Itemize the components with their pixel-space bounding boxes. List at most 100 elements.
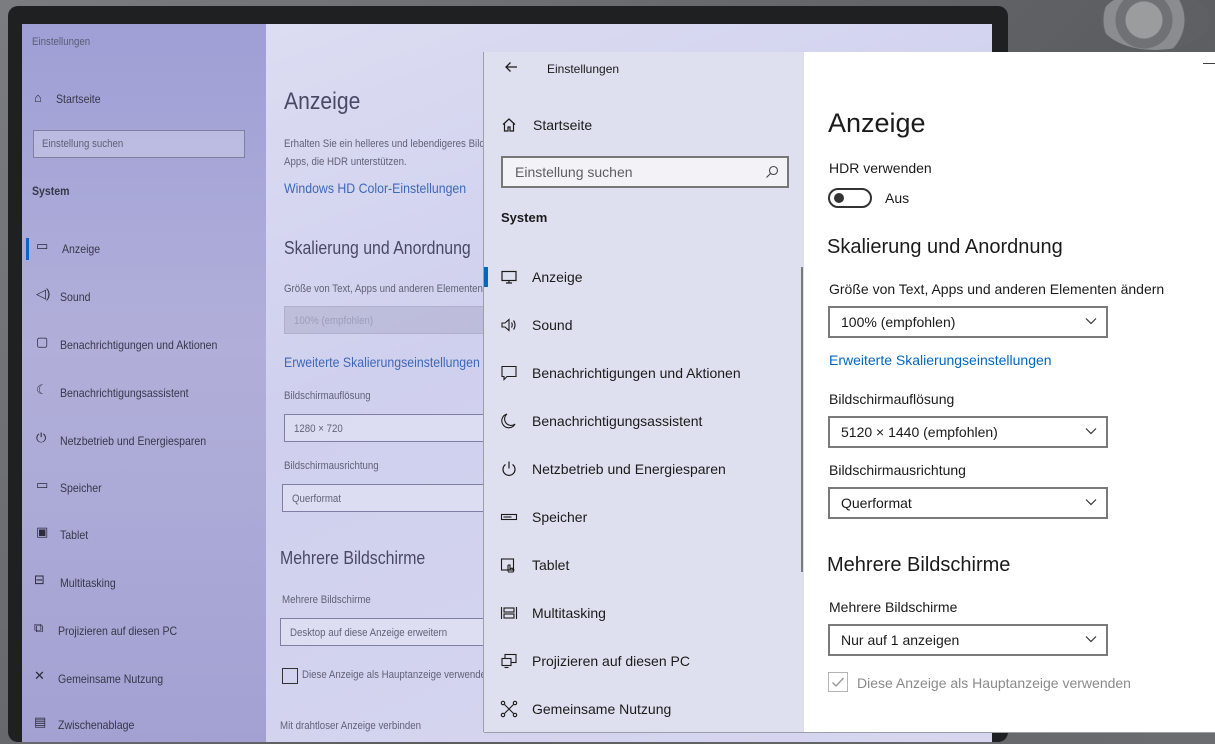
nav-item-sound[interactable]: Sound (484, 305, 802, 345)
nav-label: Anzeige (532, 269, 583, 285)
bg-advanced-link: Erweiterte Skalierungseinstellungen (284, 354, 480, 370)
bg-multi-label: Mehrere Bildschirme (282, 594, 371, 606)
home-label: Startseite (533, 117, 593, 133)
bg-selected-indicator (26, 238, 29, 260)
bg-nav-clipboard: Zwischenablage (58, 718, 135, 732)
advanced-scaling-link[interactable]: Erweiterte Skalierungseinstellungen (829, 352, 1052, 368)
nav-item-focus-assist[interactable]: Benachrichtigungsassistent (484, 401, 802, 441)
bg-sidebar: Einstellungen ⌂ Startseite Einstellung s… (22, 24, 266, 742)
bg-intro-1: Erhalten Sie ein helleres und lebendiger… (284, 138, 485, 150)
search-icon (766, 165, 779, 178)
multiple-displays-dropdown[interactable]: Nur auf 1 anzeigen (828, 624, 1108, 656)
bg-primary-label: Diese Anzeige als Hauptanzeige verwende (302, 669, 487, 681)
multiple-displays-value: Nur auf 1 anzeigen (841, 632, 960, 648)
bg-nav-tablet: Tablet (60, 528, 89, 542)
power-icon (502, 461, 516, 476)
tablet-icon (500, 558, 515, 573)
nav-label: Gemeinsame Nutzung (532, 701, 672, 717)
scaling-label: Größe von Text, Apps und anderen Element… (829, 281, 1165, 297)
storage-icon (500, 513, 518, 521)
nav-item-anzeige[interactable]: Anzeige (484, 257, 802, 297)
hdr-toggle-switch[interactable] (828, 188, 872, 208)
window-title: Einstellungen (547, 62, 620, 76)
back-arrow-icon[interactable] (500, 59, 522, 81)
nav-label: Speicher (532, 509, 588, 525)
multiple-displays-heading: Mehrere Bildschirme (827, 554, 1011, 576)
home-nav-item[interactable]: Startseite (484, 112, 804, 138)
bg-scaling-value: 100% (empfohlen) (294, 315, 374, 327)
toggle-knob (834, 193, 844, 203)
project-icon (501, 653, 517, 669)
bg-nav-focus: Benachrichtigungsassistent (60, 386, 189, 400)
orientation-label: Bildschirmausrichtung (829, 462, 966, 478)
nav-label: Benachrichtigungen und Aktionen (532, 365, 741, 381)
nav-item-notifications[interactable]: Benachrichtigungen und Aktionen (484, 353, 802, 393)
resolution-value: 5120 × 1440 (empfohlen) (841, 424, 998, 440)
chevron-down-icon (1085, 499, 1097, 506)
nav-item-power[interactable]: Netzbetrieb und Energiesparen (484, 449, 802, 489)
bg-window-title: Einstellungen (32, 36, 91, 48)
bg-nav-multitasking: Multitasking (60, 576, 116, 590)
bg-home-label: Startseite (56, 92, 101, 106)
nav-label: Multitasking (532, 605, 606, 621)
settings-window: Einstellungen Startseite System Anzeige … (484, 52, 1215, 732)
bg-primary-checkbox (282, 668, 298, 684)
bg-nav-anzeige: Anzeige (62, 242, 101, 256)
search-box[interactable] (501, 156, 789, 188)
minimize-button[interactable]: — (1203, 54, 1215, 70)
primary-display-checkbox[interactable] (828, 672, 848, 692)
bg-power-icon: ⏻ (36, 430, 47, 445)
bg-nav-sound: Sound (60, 290, 91, 304)
content-pane: — Anzeige HDR verwenden Aus Skalierung u… (804, 52, 1215, 732)
orientation-value: Querformat (841, 495, 912, 511)
nav-item-project[interactable]: Projizieren auf diesen PC (484, 641, 802, 681)
navigation-pane: Einstellungen Startseite System Anzeige … (484, 52, 804, 732)
bg-nav-project: Projizieren auf diesen PC (58, 624, 178, 638)
nav-scrollbar[interactable] (801, 267, 803, 572)
multitasking-icon (500, 607, 518, 619)
chevron-down-icon (1085, 636, 1097, 643)
scaling-dropdown[interactable]: 100% (empfohlen) (828, 306, 1108, 338)
orientation-dropdown[interactable]: Querformat (828, 487, 1108, 519)
nav-label: Sound (532, 317, 573, 333)
primary-display-label: Diese Anzeige als Hauptanzeige verwenden (857, 675, 1131, 691)
resolution-dropdown[interactable]: 5120 × 1440 (empfohlen) (828, 416, 1108, 448)
notification-icon (501, 365, 517, 381)
bg-scaling-label: Größe von Text, Apps und anderen Element… (284, 283, 483, 295)
speaker-icon (501, 318, 516, 332)
chevron-down-icon (1085, 318, 1097, 325)
moon-icon (501, 413, 516, 429)
nav-item-shared[interactable]: Gemeinsame Nutzung (484, 689, 802, 729)
bg-multitasking-icon: ⊟ (34, 572, 45, 587)
bg-multi-value: Desktop auf diese Anzeige erweitern (290, 627, 448, 639)
bg-nav-notifications: Benachrichtigungen und Aktionen (60, 338, 218, 352)
bg-tablet-icon: ▣ (36, 524, 49, 539)
bg-home-icon: ⌂ (34, 90, 42, 105)
monitor-icon (501, 270, 517, 284)
nav-item-multitasking[interactable]: Multitasking (484, 593, 802, 633)
search-input[interactable] (513, 163, 757, 181)
scaling-value: 100% (empfohlen) (841, 314, 956, 330)
resolution-label: Bildschirmauflösung (829, 391, 955, 407)
bg-nav-power: Netzbetrieb und Energiesparen (60, 434, 207, 448)
bg-nav-shared: Gemeinsame Nutzung (58, 672, 164, 686)
multiple-displays-label: Mehrere Bildschirme (829, 599, 958, 615)
home-icon (502, 118, 516, 132)
nav-label: Projizieren auf diesen PC (532, 653, 690, 669)
section-title: System (501, 210, 548, 225)
bg-orientation-label: Bildschirmausrichtung (284, 460, 379, 472)
bg-project-icon: ⧉ (34, 620, 44, 635)
bg-moon-icon: ☾ (36, 382, 48, 397)
bg-resolution-value: 1280 × 720 (294, 423, 343, 435)
nav-item-tablet[interactable]: Tablet (484, 545, 802, 585)
background-knob (1100, 0, 1210, 50)
bg-intro-2: Apps, die HDR unterstützen. (284, 156, 407, 168)
checkmark-icon (832, 677, 845, 688)
nav-item-storage[interactable]: Speicher (484, 497, 802, 537)
bg-storage-icon: ▭ (36, 477, 49, 492)
scaling-heading: Skalierung und Anordnung (827, 236, 1063, 258)
bg-search-placeholder: Einstellung suchen (42, 138, 124, 150)
bg-clipboard-icon: ▤ (34, 714, 47, 729)
bg-nav-storage: Speicher (60, 481, 102, 495)
bg-speaker-icon: ◁) (36, 286, 51, 301)
